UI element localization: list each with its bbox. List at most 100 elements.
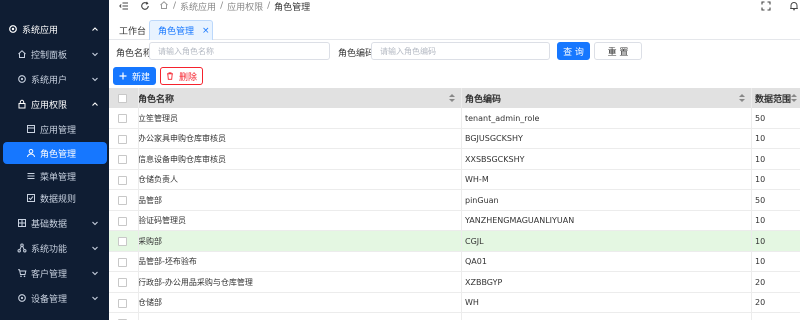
table-row-highlighted[interactable]: 采购部 CGJL 10 <box>109 231 800 252</box>
role-code-cell: WH <box>465 298 479 307</box>
column-label: 数据范围 <box>755 94 792 105</box>
table-row[interactable]: 行政部-办公用品采购与仓库管理 XZBBGYP 20 <box>109 272 800 293</box>
sidebar-item-customer-management[interactable]: 客户管理 <box>0 262 109 284</box>
role-code-cell: XXSBSGCKSHY <box>465 154 525 164</box>
role-code-cell: QA01 <box>465 257 487 266</box>
sidebar-item-device-management[interactable]: 设备管理 <box>0 287 109 309</box>
close-icon[interactable]: × <box>202 26 210 36</box>
reset-button[interactable]: 重 置 <box>594 42 642 60</box>
role-name-cell: 立笙管理员 <box>138 113 178 123</box>
chevron-down-icon <box>91 50 99 58</box>
role-code-input[interactable] <box>371 42 550 60</box>
refresh-icon[interactable] <box>139 0 151 12</box>
table-row[interactable]: 品管部 pinGuan 50 <box>109 190 800 211</box>
sidebar-item-system-users[interactable]: 系统用户 <box>0 68 109 90</box>
role-code-cell: YANZHENGMAGUANLIYUAN <box>465 216 575 225</box>
role-name-cell: 仓储负责人 <box>138 175 178 184</box>
sidebar-item-app-permissions[interactable]: 应用权限 <box>0 93 109 115</box>
table-row[interactable]: 仓储部 WH 20 <box>109 292 800 313</box>
column-header-role-code[interactable]: 角色编码 <box>461 88 751 108</box>
sidebar-item-data-rules[interactable]: 数据规则 <box>0 187 109 209</box>
sidebar-item-role-management[interactable]: 角色管理 <box>3 142 107 164</box>
role-code-cell: XZBBGYP <box>465 277 503 287</box>
menu-fold-icon[interactable] <box>118 0 130 12</box>
row-checkbox[interactable] <box>118 196 127 205</box>
breadcrumb-separator: / <box>267 1 271 11</box>
table-header: 角色名称 角色编码 数据范围 <box>109 88 800 108</box>
add-button[interactable]: 新建 <box>113 67 156 85</box>
column-label: 角色编码 <box>465 94 502 105</box>
sort-icon[interactable] <box>739 94 745 103</box>
sidebar-item-label: 数据规则 <box>40 194 77 205</box>
sidebar-item-basic-data[interactable]: 基础数据 <box>0 212 109 234</box>
row-checkbox[interactable] <box>118 298 127 308</box>
table-row[interactable]: 办公家具申购仓库审核员 BGJUSGCKSHY 10 <box>109 128 800 149</box>
role-name-cell: 采购部 <box>138 236 162 246</box>
sidebar-item-label: 角色管理 <box>40 149 77 160</box>
row-checkbox[interactable] <box>118 278 127 287</box>
fullscreen-icon[interactable] <box>760 0 772 12</box>
row-checkbox[interactable] <box>118 216 127 226</box>
role-name-input[interactable] <box>149 42 330 60</box>
row-checkbox[interactable] <box>118 175 127 185</box>
role-name-cell: 行政部-办公用品采购与仓库管理 <box>138 277 253 287</box>
trash-icon <box>166 72 174 80</box>
sidebar-item-label: 控制面板 <box>31 50 68 61</box>
role-code-cell: pinGuan <box>465 195 499 205</box>
row-checkbox[interactable] <box>118 134 127 144</box>
sidebar-item-dashboard[interactable]: 控制面板 <box>0 43 109 65</box>
tab-bar: 工作台 角色管理 × <box>109 18 800 40</box>
tab-workbench[interactable]: 工作台 <box>111 20 151 40</box>
column-header-data-scope[interactable]: 数据范围 <box>751 88 800 108</box>
home-icon[interactable] <box>159 0 169 13</box>
chevron-down-icon <box>91 75 99 83</box>
table-row[interactable]: 仓储负责人 WH-M 10 <box>109 169 800 190</box>
data-scope-cell: 10 <box>755 175 766 184</box>
select-all-checkbox[interactable] <box>118 94 127 103</box>
sidebar-item-app-management[interactable]: 应用管理 <box>0 118 109 140</box>
chevron-down-icon <box>91 269 99 277</box>
breadcrumb-item-system-app[interactable]: 系统应用 <box>180 0 216 13</box>
sidebar-item-label: 基础数据 <box>31 219 68 230</box>
role-name-cell: 仓储部 <box>138 298 162 307</box>
user-icon <box>26 148 36 158</box>
sort-icon[interactable] <box>791 94 797 103</box>
table-row[interactable] <box>109 313 800 320</box>
sort-icon[interactable] <box>449 94 455 103</box>
column-divider <box>138 88 139 320</box>
table-row[interactable]: 验证码管理员 YANZHENGMAGUANLIYUAN 10 <box>109 210 800 231</box>
bell-icon[interactable] <box>788 0 800 12</box>
sidebar-item-label: 应用权限 <box>31 100 68 111</box>
data-scope-cell <box>755 313 797 320</box>
menu-icon <box>26 171 36 181</box>
role-code-cell: BGJUSGCKSHY <box>465 134 523 143</box>
breadcrumb-item-role-management: 角色管理 <box>274 2 311 13</box>
home-icon <box>17 49 27 59</box>
table-row[interactable]: 品管部-坯布验布 QA01 10 <box>109 251 800 272</box>
sidebar-item-menu-management[interactable]: 菜单管理 <box>0 165 109 187</box>
delete-button[interactable]: 删除 <box>160 67 203 85</box>
gear-icon <box>8 24 18 34</box>
tab-role-management[interactable]: 角色管理 × <box>149 20 213 40</box>
row-checkbox[interactable] <box>118 155 127 164</box>
data-scope-cell: 10 <box>755 216 766 225</box>
row-checkbox[interactable] <box>118 237 127 246</box>
gear-icon <box>17 293 27 303</box>
sidebar-item-label: 系统功能 <box>31 244 68 255</box>
role-code-cell: tenant_admin_role <box>465 113 540 123</box>
breadcrumb-item-app-permissions[interactable]: 应用权限 <box>227 0 263 13</box>
sidebar-item-system-app[interactable]: 系统应用 <box>0 18 109 40</box>
sidebar-item-system-functions[interactable]: 系统功能 <box>0 237 109 259</box>
breadcrumb-separator: / <box>173 1 177 11</box>
table-row[interactable]: 立笙管理员 tenant_admin_role 50 <box>109 108 800 129</box>
tab-label: 角色管理 <box>158 27 195 37</box>
app-icon <box>26 124 36 134</box>
query-button[interactable]: 查 询 <box>557 42 590 60</box>
row-checkbox[interactable] <box>118 114 127 123</box>
table-row[interactable]: 信息设备申购仓库审核员 XXSBSGCKSHY 10 <box>109 149 800 170</box>
sidebar-item-label: 客户管理 <box>31 269 68 280</box>
app-root: 系统应用 控制面板 系统用户 应用权限 应用管理 角色管理 菜单管理 数据规则 … <box>0 0 800 320</box>
breadcrumb-separator: / <box>220 1 224 11</box>
row-checkbox[interactable] <box>118 257 127 267</box>
column-header-role-name[interactable]: 角色名称 <box>138 88 461 108</box>
